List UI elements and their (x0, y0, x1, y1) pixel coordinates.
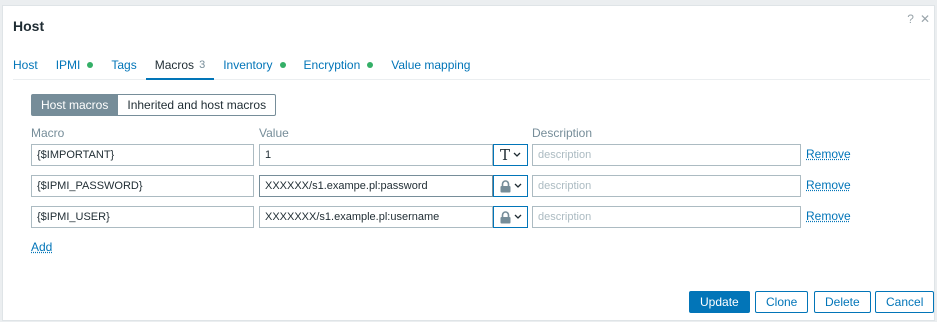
macro-name-input[interactable]: {$IMPORTANT} (31, 144, 254, 166)
status-dot-icon (367, 62, 374, 68)
value-type-dropdown[interactable] (493, 175, 528, 197)
tab-label: Tags (111, 58, 137, 72)
macro-value-input[interactable]: 1 (259, 144, 493, 166)
tab-label: Value mapping (391, 58, 471, 72)
remove-link[interactable]: Remove (806, 178, 851, 192)
macro-name-input[interactable]: {$IPMI_USER} (31, 206, 254, 228)
dialog-title: Host (13, 18, 45, 34)
text-type-icon: T (499, 145, 510, 164)
tab-label: Host (13, 58, 38, 72)
macro-value-input[interactable]: XXXXXXX/s1.example.pl:username (259, 206, 493, 228)
description-input[interactable]: description (532, 175, 801, 197)
tab-value-mapping[interactable]: Value mapping (382, 58, 479, 80)
update-button[interactable]: Update (689, 291, 750, 313)
value-type-dropdown[interactable] (493, 206, 528, 228)
status-dot-icon (279, 62, 286, 68)
column-header-value: Value (259, 126, 289, 140)
macro-name-input[interactable]: {$IPMI_PASSWORD} (31, 175, 254, 197)
chevron-down-icon (513, 152, 521, 157)
host-macros-button[interactable]: Host macros (31, 94, 119, 116)
tab-bar: Host IPMI Tags Macros 3 Inventory Encrypt… (13, 58, 930, 80)
add-macro-link[interactable]: Add (31, 240, 52, 254)
lock-icon (500, 179, 510, 192)
column-header-description: Description (532, 126, 593, 140)
description-input[interactable]: description (532, 206, 801, 228)
macro-mode-toggle: Host macros Inherited and host macros (31, 94, 277, 116)
remove-link[interactable]: Remove (806, 147, 851, 161)
status-dot-icon (87, 62, 94, 68)
close-icon[interactable]: ✕ (920, 12, 930, 26)
tab-label: Inventory (223, 58, 273, 72)
tab-ipmi[interactable]: IPMI (47, 58, 103, 80)
macro-value-input[interactable]: XXXXXX/s1.exampe.pl:password (259, 175, 493, 197)
value-type-dropdown[interactable]: T (493, 144, 528, 166)
tab-label: Encryption (303, 58, 361, 72)
tab-macros[interactable]: Macros 3 (145, 58, 215, 80)
tab-encryption[interactable]: Encryption (295, 58, 383, 80)
tab-count-badge: 3 (199, 59, 206, 71)
tab-host[interactable]: Host (13, 58, 47, 80)
inherited-macros-button[interactable]: Inherited and host macros (118, 94, 277, 116)
tab-inventory[interactable]: Inventory (214, 58, 294, 80)
help-icon[interactable]: ? (907, 12, 914, 26)
host-dialog: Host ? ✕ Host IPMI Tags Macros 3 Inventor… (2, 5, 935, 321)
chevron-down-icon (514, 214, 521, 219)
tab-tags[interactable]: Tags (102, 58, 145, 80)
lock-icon (500, 210, 510, 223)
remove-link[interactable]: Remove (806, 209, 851, 223)
description-input[interactable]: description (532, 144, 801, 166)
tab-label: Macros (154, 58, 195, 72)
tab-label: IPMI (55, 58, 81, 72)
column-header-macro: Macro (31, 126, 65, 140)
clone-button[interactable]: Clone (755, 291, 809, 313)
cancel-button[interactable]: Cancel (875, 291, 935, 313)
chevron-down-icon (514, 183, 521, 188)
header-icons: ? ✕ (907, 12, 930, 26)
delete-button[interactable]: Delete (814, 291, 871, 313)
